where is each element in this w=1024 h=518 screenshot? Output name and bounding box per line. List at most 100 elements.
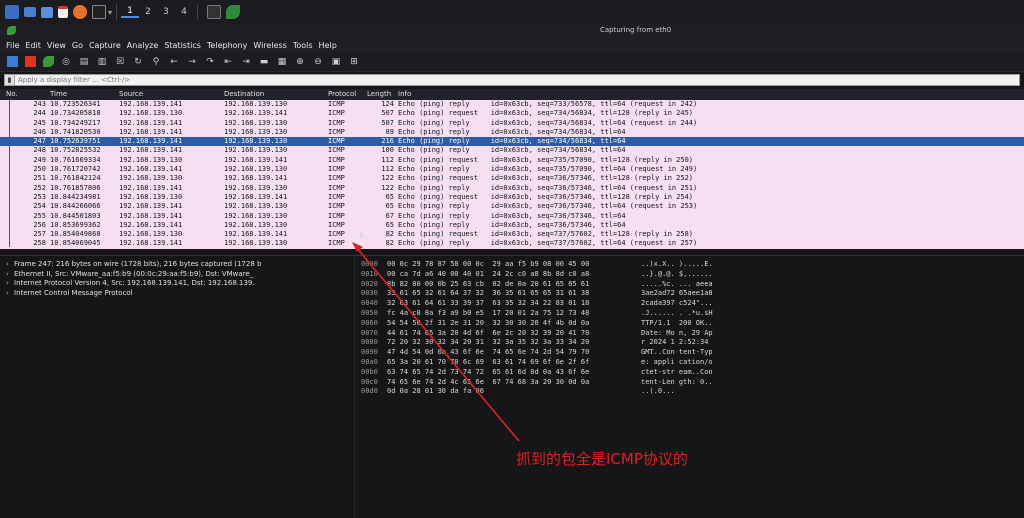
packet-row[interactable]: 254 10.844266066 192.168.139.141 192.168.13…	[0, 202, 1024, 212]
first-packet-icon[interactable]: ⇤	[222, 56, 234, 68]
menu-analyze[interactable]: Analyze	[127, 41, 159, 50]
normal-size-icon[interactable]: ▣	[330, 56, 342, 68]
column-header-source[interactable]: Source	[119, 90, 143, 98]
menu-statistics[interactable]: Statistics	[164, 41, 201, 50]
packet-row[interactable]: 253 10.844234981 192.168.139.130 192.168.13…	[0, 192, 1024, 203]
display-filter-input[interactable]	[15, 75, 915, 85]
bytes-row[interactable]: 0020 8b 82 00 00 0b 25 63 cb 02 de 0a 20 …	[355, 280, 1024, 290]
packet-row[interactable]: 247 10.752639751 192.168.139.141 192.168.13…	[0, 137, 1024, 147]
column-header-length[interactable]: Length	[367, 90, 391, 98]
colorize-icon[interactable]: ▦	[276, 56, 288, 68]
packet-cell-len: 216	[381, 137, 394, 146]
taskbar-separator	[197, 4, 199, 20]
workspace-3[interactable]: 3	[157, 7, 175, 17]
column-header-protocol[interactable]: Protocol	[328, 90, 356, 98]
packet-row[interactable]: 244 10.734205818 192.168.139.130 192.168.13…	[0, 109, 1024, 119]
bytes-ascii: e: appli cation/o	[641, 357, 713, 366]
bytes-row[interactable]: 00a0 65 3a 20 61 70 70 6c 69 63 61 74 69 …	[355, 358, 1024, 368]
column-header-no[interactable]: No.	[6, 90, 18, 98]
stop-capture-icon[interactable]	[24, 56, 36, 68]
expand-arrow-icon[interactable]: ›	[6, 260, 14, 270]
zoom-in-icon[interactable]: ⊕	[294, 56, 306, 68]
packet-row[interactable]: 255 10.844501803 192.168.139.141 192.168.13…	[0, 211, 1024, 221]
menu-wireless[interactable]: Wireless	[253, 41, 286, 50]
document-icon[interactable]	[58, 6, 68, 18]
bytes-row[interactable]: 00b0 63 74 65 74 2d 73 74 72 65 61 6d 0d …	[355, 368, 1024, 378]
expand-arrow-icon[interactable]: ›	[6, 279, 14, 289]
detail-row-frame[interactable]: › Frame 247: 216 bytes on wire (1728 bits…	[0, 260, 354, 270]
go-back-icon[interactable]: ←	[168, 56, 180, 68]
open-file-icon[interactable]: ▤	[78, 56, 90, 68]
bytes-row[interactable]: 0040 32 63 61 64 61 33 39 37 63 35 32 34 …	[355, 299, 1024, 309]
bytes-row[interactable]: 0090 47 4d 54 0d 0a 43 6f 6e 74 65 6e 74 …	[355, 348, 1024, 358]
workspace-1[interactable]: 1	[121, 6, 140, 18]
menu-capture[interactable]: Capture	[89, 41, 121, 50]
bytes-row[interactable]: 0060 54 54 50 2f 31 2e 31 20 32 30 30 20 …	[355, 319, 1024, 329]
restart-capture-icon[interactable]	[42, 56, 54, 68]
workspace-4[interactable]: 4	[175, 7, 193, 17]
packet-row[interactable]: 252 10.761857806 192.168.139.141 192.168.13…	[0, 183, 1024, 193]
last-packet-icon[interactable]: ⇥	[240, 56, 252, 68]
save-file-icon[interactable]: ▥	[96, 56, 108, 68]
detail-row-icmp[interactable]: › Internet Control Message Protocol	[0, 289, 354, 299]
menu-tools[interactable]: Tools	[293, 41, 313, 50]
auto-scroll-icon[interactable]: ▬	[258, 56, 270, 68]
column-header-info[interactable]: Info	[398, 90, 411, 98]
bookmark-icon[interactable]: ▮	[5, 75, 15, 85]
column-header-time[interactable]: Time	[50, 90, 67, 98]
packet-cell-time: 10.854049868	[50, 230, 101, 239]
packet-row[interactable]: 257 10.854049868 192.168.139.130 192.168.13…	[0, 230, 1024, 240]
menu-view[interactable]: View	[47, 41, 66, 50]
window-list-icon[interactable]	[207, 5, 222, 19]
close-file-icon[interactable]: ☒	[114, 56, 126, 68]
column-header-destination[interactable]: Destination	[224, 90, 264, 98]
expand-arrow-icon[interactable]: ›	[6, 270, 14, 280]
packet-cell-time: 10.761842124	[50, 174, 101, 183]
zoom-out-icon[interactable]: ⊖	[312, 56, 324, 68]
bytes-row[interactable]: 0050 fc 4a c8 8a f3 a9 b0 e5 17 20 01 2a …	[355, 309, 1024, 319]
menu-file[interactable]: File	[6, 41, 19, 50]
packet-cell-src: 192.168.139.141	[119, 118, 183, 127]
packet-row[interactable]: 250 10.761720742 192.168.139.141 192.168.13…	[0, 165, 1024, 175]
detail-row-ethernet[interactable]: › Ethernet II, Src: VMware_aa:f5:b9 (00:0…	[0, 270, 354, 280]
bytes-row[interactable]: 0070 44 61 74 65 3a 20 4d 6f 6e 2c 20 32 …	[355, 329, 1024, 339]
packet-row[interactable]: 245 10.734249217 192.168.139.141 192.168.13…	[0, 118, 1024, 128]
menu-help[interactable]: Help	[319, 41, 337, 50]
menu-go[interactable]: Go	[72, 41, 83, 50]
resize-columns-icon[interactable]: ⊞	[348, 56, 360, 68]
bytes-row[interactable]: 0010 00 ca 7d a6 40 00 40 01 24 2c c0 a8 …	[355, 270, 1024, 280]
packet-row[interactable]: 256 10.853699362 192.168.139.141 192.168.13…	[0, 220, 1024, 231]
packet-row[interactable]: 251 10.761842124 192.168.139.130 192.168.13…	[0, 174, 1024, 184]
find-packet-icon[interactable]: ⚲	[150, 56, 162, 68]
menu-telephony[interactable]: Telephony	[207, 41, 247, 50]
capture-options-icon[interactable]: ◎	[60, 56, 72, 68]
bytes-row[interactable]: 0080 72 20 32 30 32 34 20 31 32 3a 35 32 …	[355, 338, 1024, 348]
packet-cell-len: 122	[381, 174, 394, 183]
packet-row[interactable]: 258 10.854069045 192.168.139.141 192.168.13…	[0, 239, 1024, 249]
reload-file-icon[interactable]: ↻	[132, 56, 144, 68]
firefox-icon[interactable]	[73, 5, 87, 19]
packet-cell-no: 245	[33, 118, 46, 127]
go-to-packet-icon[interactable]: ↷	[204, 56, 216, 68]
packet-row[interactable]: 246 10.741820530 192.168.139.141 192.168.13…	[0, 127, 1024, 138]
packet-row[interactable]: 243 10.723526341 192.168.139.141 192.168.13…	[0, 100, 1024, 110]
chevron-down-icon[interactable]: ▾	[108, 8, 112, 17]
folder-icon[interactable]	[41, 6, 53, 18]
terminal-icon[interactable]	[92, 5, 106, 19]
go-forward-icon[interactable]: →	[186, 56, 198, 68]
packet-row[interactable]: 248 10.752825532 192.168.139.141 192.168.13…	[0, 146, 1024, 156]
menu-edit[interactable]: Edit	[25, 41, 41, 50]
bytes-row[interactable]: 0000 00 0c 29 78 87 58 00 0c 29 aa f5 b9 …	[355, 260, 1024, 270]
kali-menu-icon[interactable]	[5, 5, 19, 19]
bytes-row[interactable]: 0030 33 61 65 32 61 64 37 32 36 35 61 65 …	[355, 289, 1024, 299]
wireshark-task-icon[interactable]	[226, 5, 241, 19]
packet-row[interactable]: 249 10.761669334 192.168.139.130 192.168.13…	[0, 155, 1024, 166]
start-capture-icon[interactable]	[6, 56, 18, 68]
desktop-icon[interactable]	[24, 7, 36, 17]
packet-cell-src: 192.168.139.130	[119, 109, 183, 118]
bytes-row[interactable]: 00d0 0d 0a 28 01 30 da fa 06 ..(.0...	[355, 387, 1024, 397]
detail-row-ipv4[interactable]: › Internet Protocol Version 4, Src: 192.1…	[0, 279, 354, 289]
expand-arrow-icon[interactable]: ›	[6, 289, 14, 299]
bytes-row[interactable]: 00c0 74 65 6e 74 2d 4c 65 6e 67 74 68 3a …	[355, 378, 1024, 388]
workspace-2[interactable]: 2	[139, 7, 157, 17]
